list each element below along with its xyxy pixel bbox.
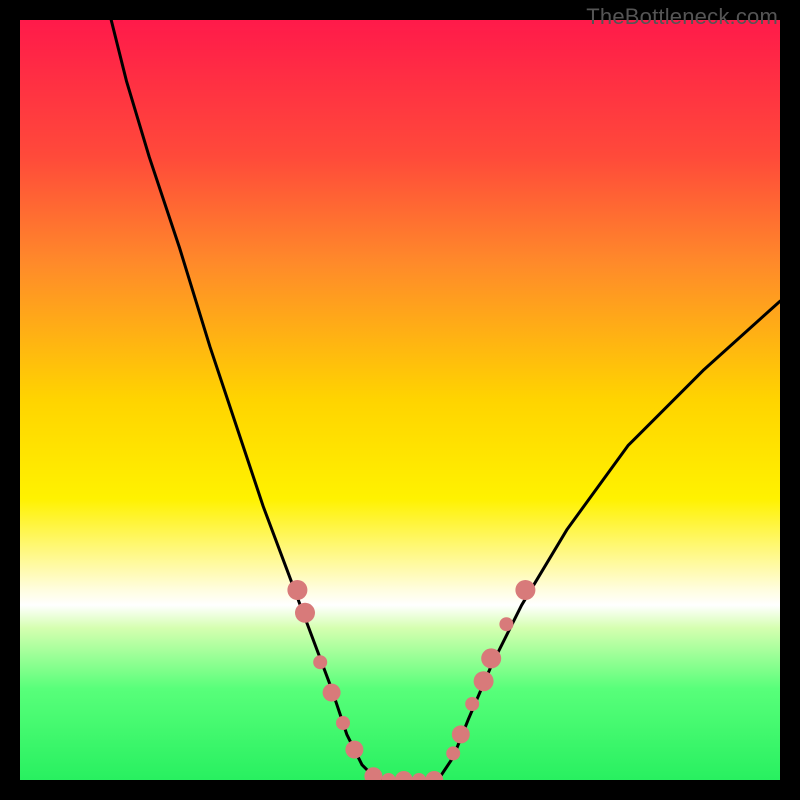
data-point: [412, 773, 426, 780]
watermark-label: TheBottleneck.com: [586, 4, 778, 30]
data-point: [446, 746, 460, 760]
data-point: [452, 725, 470, 743]
plot-area: [20, 20, 780, 780]
data-point: [313, 655, 327, 669]
data-point: [382, 773, 396, 780]
data-point: [287, 580, 307, 600]
data-point: [515, 580, 535, 600]
data-point: [295, 603, 315, 623]
bottleneck-curve: [111, 20, 780, 780]
data-point: [465, 697, 479, 711]
data-point: [323, 684, 341, 702]
data-point: [481, 648, 501, 668]
data-point: [499, 617, 513, 631]
data-point: [395, 771, 413, 780]
data-point: [474, 671, 494, 691]
data-point: [336, 716, 350, 730]
chart-svg: [20, 20, 780, 780]
chart-frame: TheBottleneck.com: [0, 0, 800, 800]
data-point: [345, 741, 363, 759]
data-point: [425, 771, 443, 780]
